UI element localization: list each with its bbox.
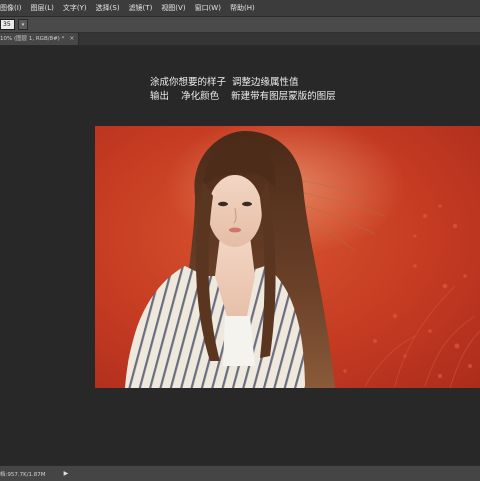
photo-canvas[interactable]: [95, 126, 480, 388]
brush-size-dropdown[interactable]: ▾: [18, 19, 28, 30]
menubar: 图像(I) 图层(L) 文字(Y) 选择(S) 滤镜(T) 视图(V) 窗口(W…: [0, 0, 480, 17]
menu-window[interactable]: 窗口(W): [191, 3, 226, 13]
menu-help[interactable]: 帮助(H): [226, 3, 260, 13]
close-icon[interactable]: ×: [69, 33, 74, 45]
menu-image[interactable]: 图像(I): [0, 3, 27, 13]
brush-size-input[interactable]: 35: [0, 19, 15, 30]
caption-line-2: 输出 净化颜色 新建带有图层蒙版的图层: [150, 91, 336, 102]
menu-select[interactable]: 选择(S): [92, 3, 125, 13]
document-size-info[interactable]: 档:957.7K/1.87M: [0, 470, 46, 478]
play-icon[interactable]: ▶: [64, 470, 69, 477]
tutorial-caption: 涂成你想要的样子 调整边缘属性值 输出 净化颜色 新建带有图层蒙版的图层: [150, 76, 336, 104]
document-tab[interactable]: 10% (图层 1, RGB/8#) * ×: [0, 33, 79, 45]
status-bar: 档:957.7K/1.87M ▶: [0, 465, 480, 481]
menu-type[interactable]: 文字(Y): [59, 3, 92, 13]
caption-line-1: 涂成你想要的样子 调整边缘属性值: [150, 77, 299, 88]
options-bar: 35 ▾: [0, 17, 480, 33]
menu-view[interactable]: 视图(V): [157, 3, 190, 13]
chevron-down-icon: ▾: [21, 21, 25, 28]
menu-layer[interactable]: 图层(L): [27, 3, 59, 13]
portrait-image: [95, 126, 480, 388]
document-tab-bar: 10% (图层 1, RGB/8#) * ×: [0, 33, 480, 46]
document-tab-label: 10% (图层 1, RGB/8#) *: [0, 36, 65, 42]
menu-filter[interactable]: 滤镜(T): [125, 3, 158, 13]
